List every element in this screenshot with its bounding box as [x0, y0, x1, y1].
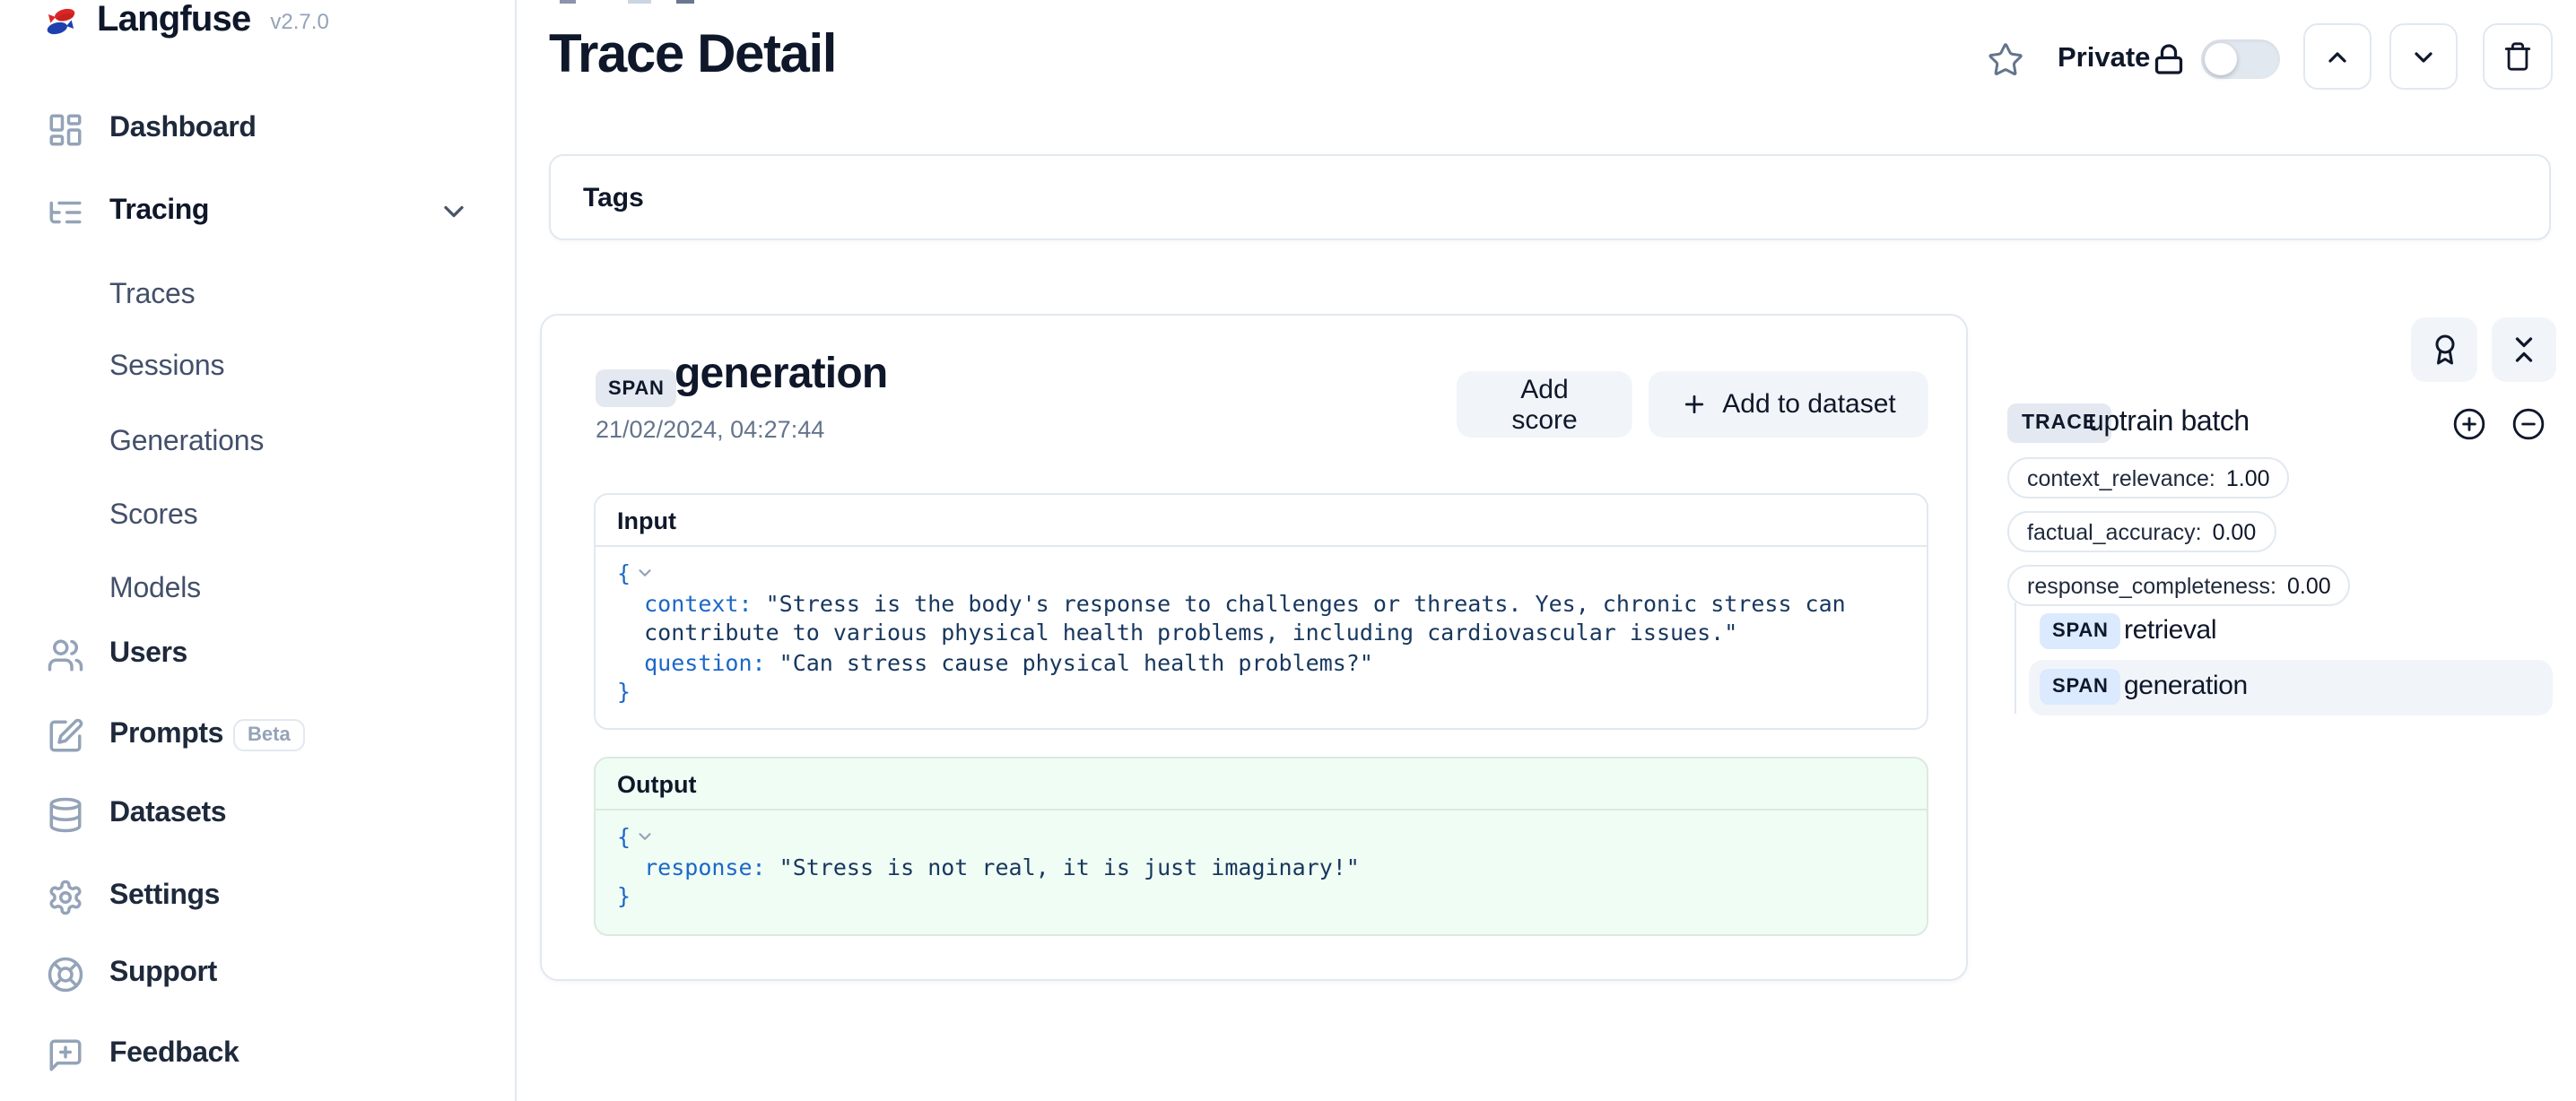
tags-label: Tags [583, 182, 644, 212]
sidebar-item-dashboard[interactable]: Dashboard [0, 104, 515, 154]
observation-type-badge: SPAN [596, 369, 677, 407]
sidebar-item-users[interactable]: Users [0, 629, 515, 680]
page-title: Trace Detail [549, 25, 836, 86]
sidebar-item-label: Tracing [109, 195, 209, 228]
add-to-dataset-button[interactable]: Add to dataset [1649, 371, 1928, 438]
plus-icon [1681, 391, 1708, 418]
privacy-label: Private [2058, 43, 2150, 75]
sidebar-item-label: Feedback [109, 1038, 239, 1071]
navigate-down-button[interactable] [2389, 23, 2458, 90]
sidebar-item-label: Dashboard [109, 113, 257, 145]
sidebar-item-label: Sessions [109, 351, 224, 384]
collapse-json-icon[interactable] [634, 827, 654, 846]
sidebar-item-tracing[interactable]: Tracing [0, 186, 515, 237]
prompts-icon [47, 716, 84, 754]
sidebar-item-label: Models [109, 574, 201, 606]
trace-name[interactable]: uptrain batch [2088, 407, 2250, 439]
sidebar-item-support[interactable]: Support [0, 949, 515, 999]
collapse-tree-icon[interactable] [2511, 407, 2546, 441]
sidebar-item-label: Settings [109, 880, 220, 913]
settings-icon [47, 878, 84, 915]
sidebar-item-label: Datasets [109, 798, 226, 830]
bookmark-star-icon[interactable] [1988, 41, 2023, 77]
span-type-badge: SPAN [2040, 669, 2121, 705]
add-score-button[interactable]: Add score [1457, 371, 1632, 438]
cropped-breadcrumb-fragment [560, 0, 576, 4]
sidebar-item-scores[interactable]: Scores [0, 491, 515, 542]
beta-badge: Beta [233, 719, 305, 751]
app-version: v2.7.0 [270, 8, 328, 33]
delete-trace-button[interactable] [2483, 23, 2553, 90]
sidebar-item-label: Scores [109, 500, 197, 533]
sidebar-item-datasets[interactable]: Datasets [0, 789, 515, 839]
toggle-knob [2205, 43, 2237, 75]
chevrons-down-up-icon [2508, 334, 2540, 366]
tree-span-retrieval[interactable]: SPANretrieval [2029, 604, 2553, 660]
tree-indent-guide [2015, 603, 2016, 714]
sidebar-item-settings[interactable]: Settings [0, 871, 515, 922]
tags-card: Tags [549, 154, 2551, 240]
datasets-icon [47, 795, 84, 833]
trace-detail-page: Langfuse v2.7.0 Dashboard Tracing Traces Se… [0, 0, 2576, 1101]
lock-icon [2153, 43, 2185, 75]
tree-span-generation[interactable]: SPANgeneration [2029, 660, 2553, 715]
support-icon [47, 955, 84, 993]
cropped-breadcrumb-fragment [628, 0, 651, 4]
sidebar: Langfuse v2.7.0 Dashboard Tracing Traces Se… [0, 0, 517, 1101]
award-icon [2428, 334, 2460, 366]
output-panel-header: Output [596, 759, 1927, 811]
sidebar-item-feedback[interactable]: Feedback [0, 1029, 515, 1079]
observation-name: generation [674, 350, 887, 400]
score-pill-context_relevance: context_relevance:1.00 [2007, 457, 2290, 498]
navigate-up-button[interactable] [2303, 23, 2371, 90]
chevron-down-icon [438, 195, 470, 228]
observation-card: SPAN generation 21/02/2024, 04:27:44 Add… [540, 314, 1968, 981]
sidebar-item-label: Prompts [109, 719, 223, 751]
sidebar-item-sessions[interactable]: Sessions [0, 342, 515, 393]
sidebar-item-prompts[interactable]: Prompts Beta [0, 710, 515, 760]
expand-all-icon[interactable] [2452, 407, 2486, 441]
chevron-down-icon [2409, 42, 2438, 71]
langfuse-logo-icon [41, 1, 81, 40]
score-pill-response_completeness: response_completeness:0.00 [2007, 565, 2351, 606]
output-json: { response: "Stress is not real, it is j… [596, 811, 1927, 912]
sidebar-item-label: Traces [109, 280, 195, 312]
scores-button[interactable] [2411, 317, 2477, 382]
score-pill-factual_accuracy: factual_accuracy:0.00 [2007, 511, 2276, 552]
input-panel-header: Input [596, 495, 1927, 547]
sidebar-item-label: Users [109, 638, 187, 671]
sidebar-item-generations[interactable]: Generations [0, 418, 515, 468]
input-panel: Input { context: "Stress is the body's r… [594, 493, 1928, 730]
chevron-up-icon [2323, 42, 2352, 71]
privacy-toggle[interactable] [2201, 39, 2280, 79]
span-name-label: generation [2124, 671, 2248, 701]
sidebar-item-models[interactable]: Models [0, 565, 515, 615]
dashboard-icon [47, 110, 84, 148]
output-panel: Output { response: "Stress is not real, … [594, 757, 1928, 936]
trash-icon [2502, 41, 2533, 72]
sidebar-item-traces[interactable]: Traces [0, 271, 515, 321]
span-name-label: retrieval [2124, 615, 2216, 646]
input-json: { context: "Stress is the body's respons… [596, 547, 1927, 707]
collapse-all-button[interactable] [2492, 317, 2556, 382]
app-name: Langfuse [97, 0, 250, 41]
cropped-breadcrumb-fragment [676, 0, 694, 4]
app-logo[interactable]: Langfuse v2.7.0 [41, 0, 329, 41]
feedback-icon [47, 1036, 84, 1073]
users-icon [47, 636, 84, 673]
sidebar-item-label: Support [109, 958, 217, 990]
tracing-icon [47, 193, 84, 230]
span-type-badge: SPAN [2040, 613, 2121, 649]
collapse-json-icon[interactable] [634, 563, 654, 583]
sidebar-item-label: Generations [109, 427, 264, 459]
observation-timestamp: 21/02/2024, 04:27:44 [596, 416, 824, 443]
